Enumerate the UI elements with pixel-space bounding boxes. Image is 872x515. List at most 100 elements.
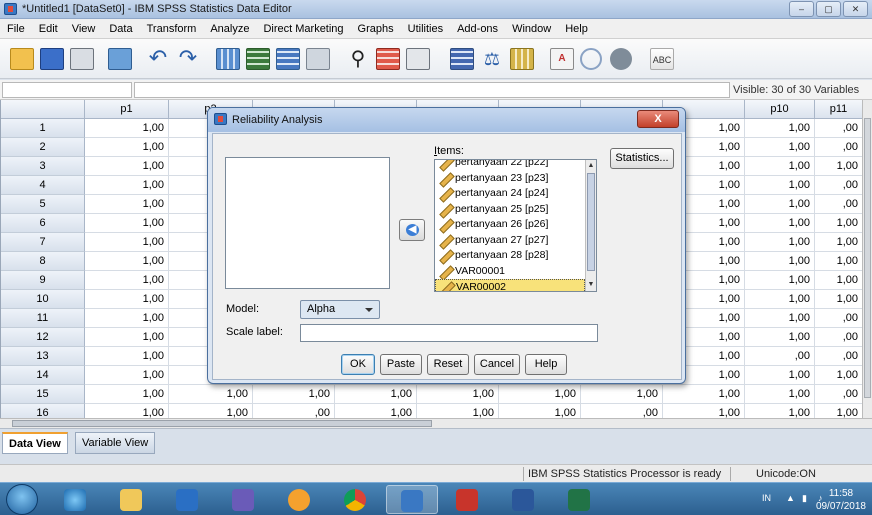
model-dropdown[interactable]: Alpha (300, 300, 380, 319)
items-list-item[interactable]: pertanyaan 28 [p28] (435, 248, 585, 264)
data-cell[interactable]: 1,00 (581, 385, 663, 404)
data-cell[interactable]: 1,00 (335, 385, 417, 404)
minimize-button[interactable]: – (789, 1, 814, 17)
row-header[interactable]: 15 (1, 385, 85, 404)
data-cell[interactable]: 1,00 (85, 366, 169, 385)
data-cell[interactable]: 1,00 (85, 347, 169, 366)
data-cell[interactable]: 1,00 (745, 290, 815, 309)
data-cell[interactable]: 1,00 (85, 119, 169, 138)
data-cell[interactable]: 1,00 (815, 271, 863, 290)
menu-add-ons[interactable]: Add-ons (450, 23, 505, 35)
close-button[interactable]: ✕ (843, 1, 868, 17)
row-header[interactable]: 7 (1, 233, 85, 252)
menu-utilities[interactable]: Utilities (401, 23, 450, 35)
grid-corner[interactable] (1, 100, 85, 119)
variables-icon[interactable] (276, 48, 300, 70)
data-cell[interactable]: 1,00 (815, 366, 863, 385)
data-cell[interactable]: 1,00 (499, 385, 581, 404)
data-cell[interactable]: 1,00 (745, 385, 815, 404)
maximize-button[interactable]: ▢ (816, 1, 841, 17)
data-cell[interactable]: 1,00 (85, 157, 169, 176)
data-cell[interactable]: 1,00 (815, 214, 863, 233)
data-cell[interactable]: 1,00 (85, 138, 169, 157)
paste-button[interactable]: Paste (380, 354, 422, 375)
insert-variable-icon[interactable] (406, 48, 430, 70)
data-cell[interactable]: ,00 (815, 195, 863, 214)
taskbar-paint[interactable] (274, 485, 326, 514)
data-cell[interactable]: ,00 (815, 176, 863, 195)
data-cell[interactable]: ,00 (815, 119, 863, 138)
dialog-close-button[interactable]: X (637, 110, 679, 128)
taskbar-calendar[interactable] (442, 485, 494, 514)
data-cell[interactable]: ,00 (815, 309, 863, 328)
cell-value-input[interactable] (134, 82, 730, 98)
items-list-item[interactable]: pertanyaan 23 [p23] (435, 171, 585, 187)
row-header[interactable]: 11 (1, 309, 85, 328)
row-header[interactable]: 1 (1, 119, 85, 138)
row-header[interactable]: 4 (1, 176, 85, 195)
data-cell[interactable]: 1,00 (815, 233, 863, 252)
row-header[interactable]: 8 (1, 252, 85, 271)
spelling-icon[interactable]: ABC (650, 48, 674, 70)
data-cell[interactable]: 1,00 (745, 214, 815, 233)
data-cell[interactable]: 1,00 (745, 252, 815, 271)
data-cell[interactable]: 1,00 (85, 290, 169, 309)
items-list-scroll-thumb[interactable] (587, 173, 595, 271)
row-header[interactable]: 14 (1, 366, 85, 385)
row-header[interactable]: 6 (1, 214, 85, 233)
data-cell[interactable]: ,00 (815, 138, 863, 157)
recall-dialog-icon[interactable] (108, 48, 132, 70)
menu-edit[interactable]: Edit (32, 23, 65, 35)
tray-network-icon[interactable]: ▮ (802, 493, 807, 504)
menu-direct-marketing[interactable]: Direct Marketing (256, 23, 350, 35)
source-variable-list[interactable] (225, 157, 390, 289)
taskbar-media-player[interactable] (162, 485, 214, 514)
taskbar-chrome[interactable] (330, 485, 382, 514)
taskbar-spss[interactable] (386, 485, 438, 514)
data-cell[interactable]: 1,00 (745, 271, 815, 290)
menu-help[interactable]: Help (558, 23, 595, 35)
data-cell[interactable]: 1,00 (745, 195, 815, 214)
data-cell[interactable]: 1,00 (85, 195, 169, 214)
data-cell[interactable]: 1,00 (745, 233, 815, 252)
menu-file[interactable]: File (0, 23, 32, 35)
menu-transform[interactable]: Transform (140, 23, 204, 35)
data-cell[interactable]: 1,00 (745, 119, 815, 138)
data-cell[interactable]: 1,00 (815, 290, 863, 309)
cell-reference-box[interactable] (2, 82, 132, 98)
scroll-down-icon[interactable]: ▼ (587, 280, 595, 290)
data-cell[interactable]: ,00 (815, 385, 863, 404)
goto-variable-icon[interactable] (246, 48, 270, 70)
data-cell[interactable]: 1,00 (85, 271, 169, 290)
vertical-scroll-thumb[interactable] (864, 118, 871, 398)
taskbar-explorer[interactable] (106, 485, 158, 514)
data-cell[interactable]: 1,00 (745, 138, 815, 157)
language-indicator[interactable]: IN (762, 493, 771, 503)
row-header[interactable]: 3 (1, 157, 85, 176)
run-icon[interactable] (306, 48, 330, 70)
row-header[interactable]: 2 (1, 138, 85, 157)
column-header[interactable]: p10 (745, 100, 815, 119)
data-cell[interactable]: 1,00 (85, 385, 169, 404)
taskbar-app[interactable] (218, 485, 270, 514)
data-cell[interactable]: 1,00 (253, 385, 335, 404)
data-cell[interactable]: 1,00 (745, 309, 815, 328)
value-labels-icon[interactable]: A (550, 48, 574, 70)
data-cell[interactable]: 1,00 (85, 214, 169, 233)
taskbar-excel[interactable] (554, 485, 606, 514)
items-list-item[interactable]: VAR00002 (435, 279, 585, 291)
undo-icon[interactable]: ↶ (146, 47, 170, 70)
ok-button[interactable]: OK (341, 354, 375, 375)
data-cell[interactable]: ,00 (815, 328, 863, 347)
menu-analyze[interactable]: Analyze (203, 23, 256, 35)
items-list-item[interactable]: pertanyaan 27 [p27] (435, 233, 585, 249)
column-header[interactable]: p1 (85, 100, 169, 119)
items-list-scrollbar[interactable]: ▲ ▼ (585, 160, 596, 291)
items-list-item[interactable]: pertanyaan 26 [p26] (435, 217, 585, 233)
data-cell[interactable]: 1,00 (745, 157, 815, 176)
data-cell[interactable]: 1,00 (85, 233, 169, 252)
split-file-icon[interactable] (450, 48, 474, 70)
reset-button[interactable]: Reset (427, 354, 469, 375)
menu-data[interactable]: Data (102, 23, 139, 35)
goto-case-icon[interactable] (216, 48, 240, 70)
